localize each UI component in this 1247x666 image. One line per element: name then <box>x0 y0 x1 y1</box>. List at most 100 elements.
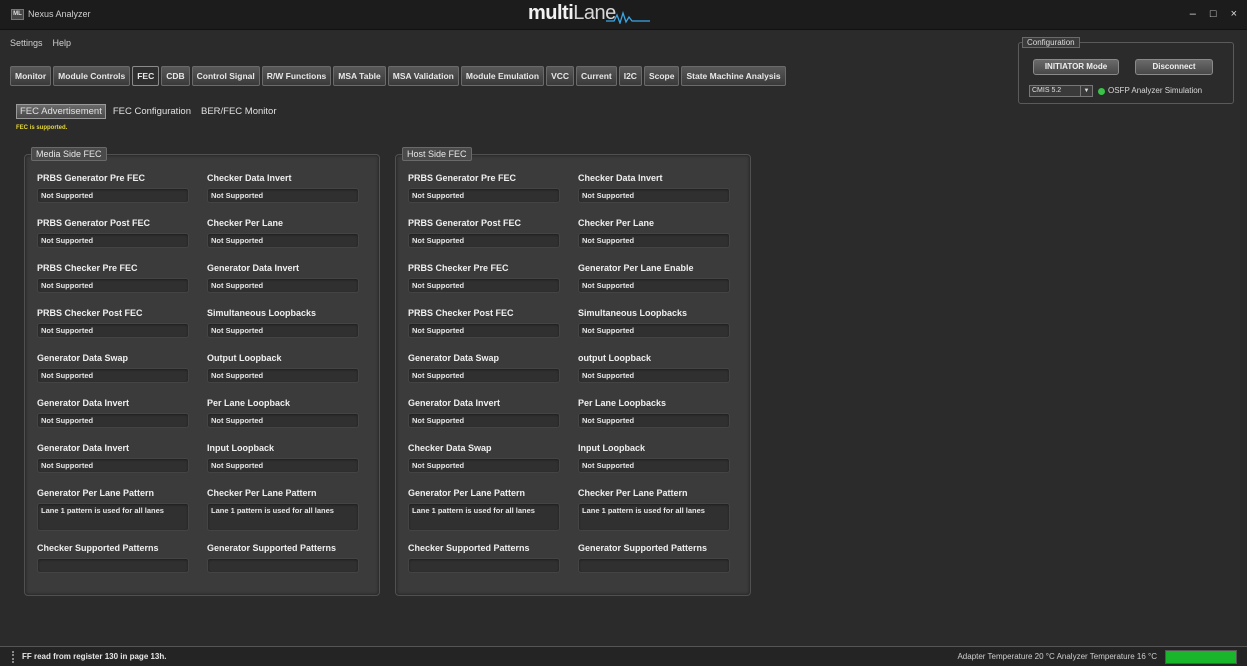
field-value: Not Supported <box>578 413 730 428</box>
field-value: Lane 1 pattern is used for all lanes <box>408 503 560 531</box>
field-generator-data-swap: Generator Data Swap Not Supported <box>37 353 189 383</box>
field-label: Input Loopback <box>578 443 645 453</box>
host-side-fec-panel: Host Side FEC PRBS Generator Pre FEC Not … <box>395 147 751 596</box>
tab-cdb[interactable]: CDB <box>161 66 190 86</box>
status-progress-fill <box>1166 651 1236 663</box>
tab-i2c[interactable]: I2C <box>618 66 642 86</box>
field-label: PRBS Generator Pre FEC <box>408 173 517 183</box>
field-label: Generator Per Lane Pattern <box>37 488 155 498</box>
field-label: Generator Data Invert <box>37 443 130 453</box>
field-value <box>207 558 359 573</box>
field-checker-data-invert: Checker Data Invert Not Supported <box>578 173 730 203</box>
close-button[interactable]: × <box>1231 8 1237 20</box>
status-progress-bar <box>1165 650 1237 664</box>
tab-module-controls[interactable]: Module Controls <box>53 66 131 86</box>
field-value: Not Supported <box>37 278 189 293</box>
field-label: PRBS Generator Post FEC <box>408 218 522 228</box>
field-label: Generator Per Lane Enable <box>578 263 694 273</box>
brand-logo: multiLane <box>528 2 616 24</box>
field-generator-data-invert: Generator Data Invert Not Supported <box>37 443 189 473</box>
field-label: Generator Data Swap <box>408 353 500 363</box>
field-label: Checker Per Lane Pattern <box>578 488 688 498</box>
menu-settings[interactable]: Settings <box>10 38 43 48</box>
field-label: Simultaneous Loopbacks <box>578 308 688 318</box>
window-controls: – □ × <box>1190 8 1237 20</box>
tab-r-w-functions[interactable]: R/W Functions <box>261 66 332 86</box>
maximize-button[interactable]: □ <box>1210 8 1217 20</box>
minimize-button[interactable]: – <box>1190 8 1196 20</box>
tab-monitor[interactable]: Monitor <box>10 66 52 86</box>
field-label: PRBS Checker Pre FEC <box>37 263 138 273</box>
field-label: Checker Per Lane <box>207 218 284 228</box>
field-generator-supported-patterns: Generator Supported Patterns <box>207 543 359 573</box>
subtab-ber-fec-monitor[interactable]: BER/FEC Monitor <box>198 104 280 119</box>
field-checker-per-lane: Checker Per Lane Not Supported <box>207 218 359 248</box>
media-side-fec-panel: Media Side FEC PRBS Generator Pre FEC Not… <box>24 147 380 596</box>
field-generator-data-invert: Generator Data Invert Not Supported <box>207 263 359 293</box>
tab-fec[interactable]: FEC <box>132 66 160 86</box>
field-checker-supported-patterns: Checker Supported Patterns <box>37 543 189 573</box>
fec-status-text: FEC is supported. <box>16 125 68 131</box>
initiator-mode-button[interactable]: INITIATOR Mode <box>1033 59 1119 75</box>
tab-scope[interactable]: Scope <box>643 66 680 86</box>
subtab-fec-advertisement[interactable]: FEC Advertisement <box>16 104 106 119</box>
menu-help[interactable]: Help <box>53 38 72 48</box>
temperature-readout: Adapter Temperature 20 °C Analyzer Tempe… <box>957 652 1157 661</box>
media-panel-title: Media Side FEC <box>31 147 107 161</box>
field-value: Not Supported <box>578 368 730 383</box>
field-value: Lane 1 pattern is used for all lanes <box>578 503 730 531</box>
field-value: Lane 1 pattern is used for all lanes <box>37 503 189 531</box>
tab-current[interactable]: Current <box>576 66 617 86</box>
configuration-group: Configuration INITIATOR Mode Disconnect … <box>1018 37 1234 104</box>
subtab-fec-configuration[interactable]: FEC Configuration <box>110 104 194 119</box>
field-generator-supported-patterns: Generator Supported Patterns <box>578 543 730 573</box>
field-label: PRBS Checker Post FEC <box>408 308 514 318</box>
field-per-lane-loopbacks: Per Lane Loopbacks Not Supported <box>578 398 730 428</box>
field-value: Not Supported <box>37 458 189 473</box>
field-label: Per Lane Loopbacks <box>578 398 667 408</box>
field-value: Not Supported <box>578 323 730 338</box>
field-prbs-checker-pre-fec: PRBS Checker Pre FEC Not Supported <box>37 263 189 293</box>
field-value: Not Supported <box>207 233 359 248</box>
field-label: Generator Supported Patterns <box>578 543 708 553</box>
field-value: Not Supported <box>408 188 560 203</box>
grip-icon <box>12 651 14 663</box>
field-value: Not Supported <box>408 233 560 248</box>
field-input-loopback: Input Loopback Not Supported <box>578 443 730 473</box>
field-label: Generator Data Invert <box>37 398 130 408</box>
field-value: Not Supported <box>207 323 359 338</box>
field-value: Not Supported <box>207 278 359 293</box>
field-value: Lane 1 pattern is used for all lanes <box>207 503 359 531</box>
tab-state-machine-analysis[interactable]: State Machine Analysis <box>681 66 786 86</box>
field-generator-data-invert: Generator Data Invert Not Supported <box>37 398 189 428</box>
disconnect-button[interactable]: Disconnect <box>1135 59 1213 75</box>
field-checker-per-lane: Checker Per Lane Not Supported <box>578 218 730 248</box>
tab-msa-table[interactable]: MSA Table <box>333 66 386 86</box>
chevron-down-icon[interactable]: ▼ <box>1080 86 1092 96</box>
field-value: Not Supported <box>207 368 359 383</box>
field-generator-per-lane-pattern: Generator Per Lane Pattern Lane 1 pattern… <box>408 488 560 531</box>
field-value: Not Supported <box>408 458 560 473</box>
brand-wave-icon <box>606 10 650 24</box>
simulation-status-led-icon <box>1098 88 1105 95</box>
field-label: Checker Data Swap <box>408 443 492 453</box>
field-value: Not Supported <box>578 458 730 473</box>
field-generator-data-invert: Generator Data Invert Not Supported <box>408 398 560 428</box>
field-label: PRBS Generator Post FEC <box>37 218 151 228</box>
tab-module-emulation[interactable]: Module Emulation <box>460 66 545 86</box>
tab-control-signal[interactable]: Control Signal <box>191 66 260 86</box>
sub-tabs: FEC Advertisement FEC Configuration BER/FE… <box>16 104 280 119</box>
field-value: Not Supported <box>37 188 189 203</box>
field-label: Checker Data Invert <box>578 173 663 183</box>
tab-msa-validation[interactable]: MSA Validation <box>387 66 459 86</box>
tab-vcc[interactable]: VCC <box>546 66 575 86</box>
simulation-label: OSFP Analyzer Simulation <box>1108 86 1203 95</box>
field-label: Generator Data Invert <box>207 263 300 273</box>
field-value: Not Supported <box>207 413 359 428</box>
title-bar: ML Nexus Analyzer multiLane – □ × <box>0 0 1247 30</box>
cmis-version-select[interactable]: CMIS 5.2 ▼ <box>1029 85 1093 97</box>
field-prbs-generator-post-fec: PRBS Generator Post FEC Not Supported <box>37 218 189 248</box>
field-checker-per-lane-pattern: Checker Per Lane Pattern Lane 1 pattern i… <box>207 488 359 531</box>
field-simultaneous-loopbacks: Simultaneous Loopbacks Not Supported <box>207 308 359 338</box>
field-label: Checker Per Lane Pattern <box>207 488 317 498</box>
